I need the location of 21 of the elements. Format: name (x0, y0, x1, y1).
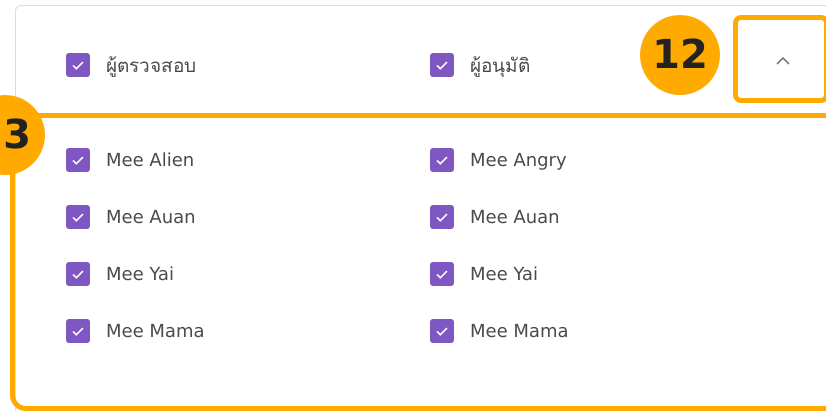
checkbox[interactable] (430, 53, 454, 77)
checkbox[interactable] (430, 319, 454, 343)
checkbox-label: ผู้อนุมัติ (470, 54, 530, 79)
checkbox-label: Mee Yai (470, 264, 538, 284)
checkbox[interactable] (430, 262, 454, 286)
checkbox[interactable] (66, 319, 90, 343)
checkbox[interactable] (430, 205, 454, 229)
checkbox-label: Mee Angry (470, 150, 567, 170)
checkbox[interactable] (66, 53, 90, 77)
checkbox-label: ผู้ตรวจสอบ (106, 54, 196, 79)
chevron-up-icon (775, 56, 791, 66)
checkbox[interactable] (430, 148, 454, 172)
checkbox[interactable] (66, 205, 90, 229)
checkbox-label: Mee Yai (106, 264, 174, 284)
checkbox-label: Mee Auan (470, 206, 560, 228)
checkbox-label: Mee Mama (470, 320, 569, 342)
checkbox-label: Mee Mama (106, 320, 205, 342)
checkbox-label: Mee Alien (106, 150, 194, 170)
checkbox[interactable] (66, 262, 90, 286)
checkbox[interactable] (66, 148, 90, 172)
checkbox-label: Mee Auan (106, 206, 196, 228)
